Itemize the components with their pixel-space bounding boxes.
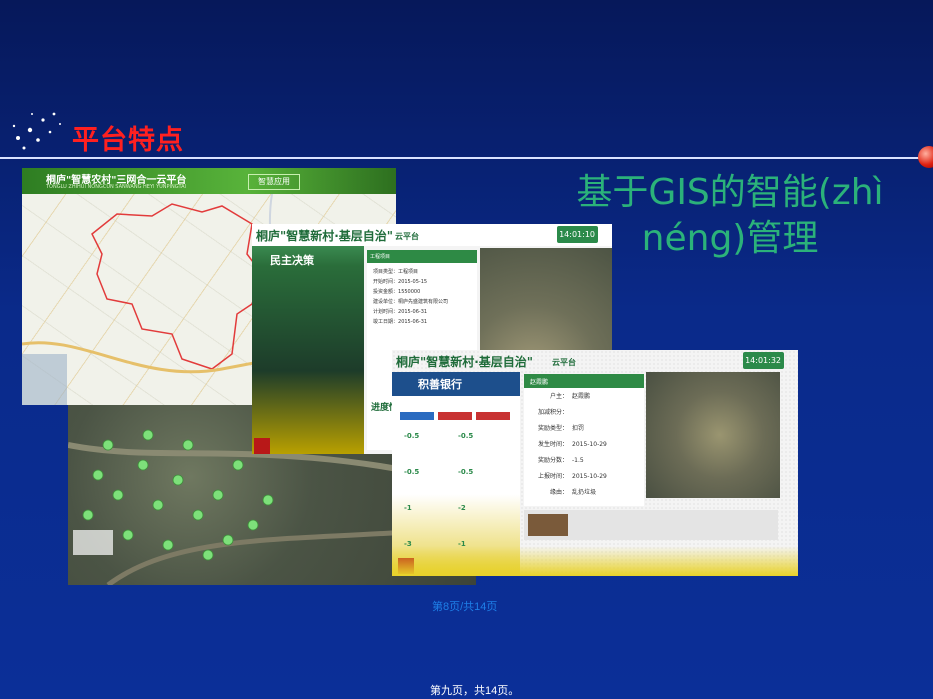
home-icon[interactable]: [254, 438, 270, 454]
bank-filter-button[interactable]: [400, 412, 434, 420]
household-detail-panel: 赵霞鹏 户主： 赵霞鹏 加减积分： 奖励类型： 扣罚 发生时间： 2015-10-29…: [524, 374, 644, 506]
bank-panel-title: 积善银行: [418, 378, 462, 391]
score-cell[interactable]: -0.5: [404, 432, 454, 464]
detail-row: 加减积分：: [537, 409, 568, 416]
bank-bottom-gradient: [392, 546, 798, 576]
detail-row: 上报时间： 2015-10-29: [537, 473, 607, 480]
democracy-side-panel: 民主决策: [252, 246, 364, 454]
decorative-dots-icon: [12, 112, 61, 150]
slide-footer: 第九页，共14页。: [430, 685, 520, 697]
democracy-cloud-label: 云平台: [395, 232, 419, 241]
photo-strip: [524, 510, 778, 540]
score-cell[interactable]: -0.5: [458, 432, 508, 464]
map-window-header: 桐庐"智慧农村"三网合一云平台 TONGLU ZHIHUI NONGCUN SA…: [22, 168, 396, 194]
page-indicator-link[interactable]: 第8页/共14页: [432, 598, 497, 614]
project-field-row: 项目类型：工程项目: [373, 269, 419, 275]
democracy-panel-title: 民主决策: [270, 254, 314, 267]
detail-row: 奖励类型： 扣罚: [537, 425, 585, 432]
bank-brand: 桐庐"智慧新村·基层自治": [396, 355, 534, 369]
project-field-row: 计划时间：2015-06-31: [373, 309, 428, 315]
score-cell[interactable]: -0.5: [404, 468, 454, 500]
democracy-brand: 桐庐"智慧新村·基层自治": [256, 229, 394, 243]
score-cell[interactable]: -0.5: [458, 468, 508, 500]
detail-row: 户主： 赵霞鹏: [549, 393, 591, 400]
slide-title: 平台特点: [72, 125, 184, 156]
detail-row: 缘由： 乱扔垃圾: [549, 489, 597, 496]
heading-line-2: néng)管理: [641, 218, 819, 259]
detail-row: 奖励分数： -1.5: [537, 457, 584, 464]
bank-clock: 14:01:32: [743, 352, 784, 369]
map-brand-subtitle: TONGLU ZHIHUI NONGCUN SANWANG HEYI YUNPI…: [46, 184, 187, 190]
title-rule: [0, 157, 925, 159]
bank-satellite-view[interactable]: [646, 372, 780, 498]
rule-end-ball: [918, 146, 933, 168]
score-cell[interactable]: -2: [458, 504, 508, 536]
bank-window: 桐庐"智慧新村·基层自治" 云平台 14:01:32 积善银行 -0.5 -0.…: [392, 350, 798, 576]
smart-app-tab[interactable]: 智慧应用: [248, 174, 300, 190]
project-field-row: 竣工日期：2015-06-31: [373, 319, 428, 325]
slide-heading: 基于GIS的智能(zhì néng)管理: [540, 170, 920, 262]
project-field-row: 投资金额：1550000: [373, 289, 421, 295]
bank-title-bar: 桐庐"智慧新村·基层自治" 云平台 14:01:32: [392, 350, 798, 372]
heading-line-1: 基于GIS的智能(zhì: [576, 172, 884, 213]
project-field-row: 建设单位：桐庐先盛建筑有限公司: [373, 299, 449, 305]
project-field-row: 开始时间：2015-05-15: [373, 279, 428, 285]
score-cell[interactable]: -1: [404, 504, 454, 536]
bank-filter-button[interactable]: [476, 412, 510, 420]
bank-filter-button[interactable]: [438, 412, 472, 420]
household-detail-header: 赵霞鹏: [524, 374, 644, 388]
project-detail-header: 工程项目: [367, 250, 477, 263]
detail-row: 发生时间： 2015-10-29: [537, 441, 607, 448]
photo-thumbnail[interactable]: [528, 514, 568, 536]
bank-cloud-label: 云平台: [552, 358, 576, 367]
